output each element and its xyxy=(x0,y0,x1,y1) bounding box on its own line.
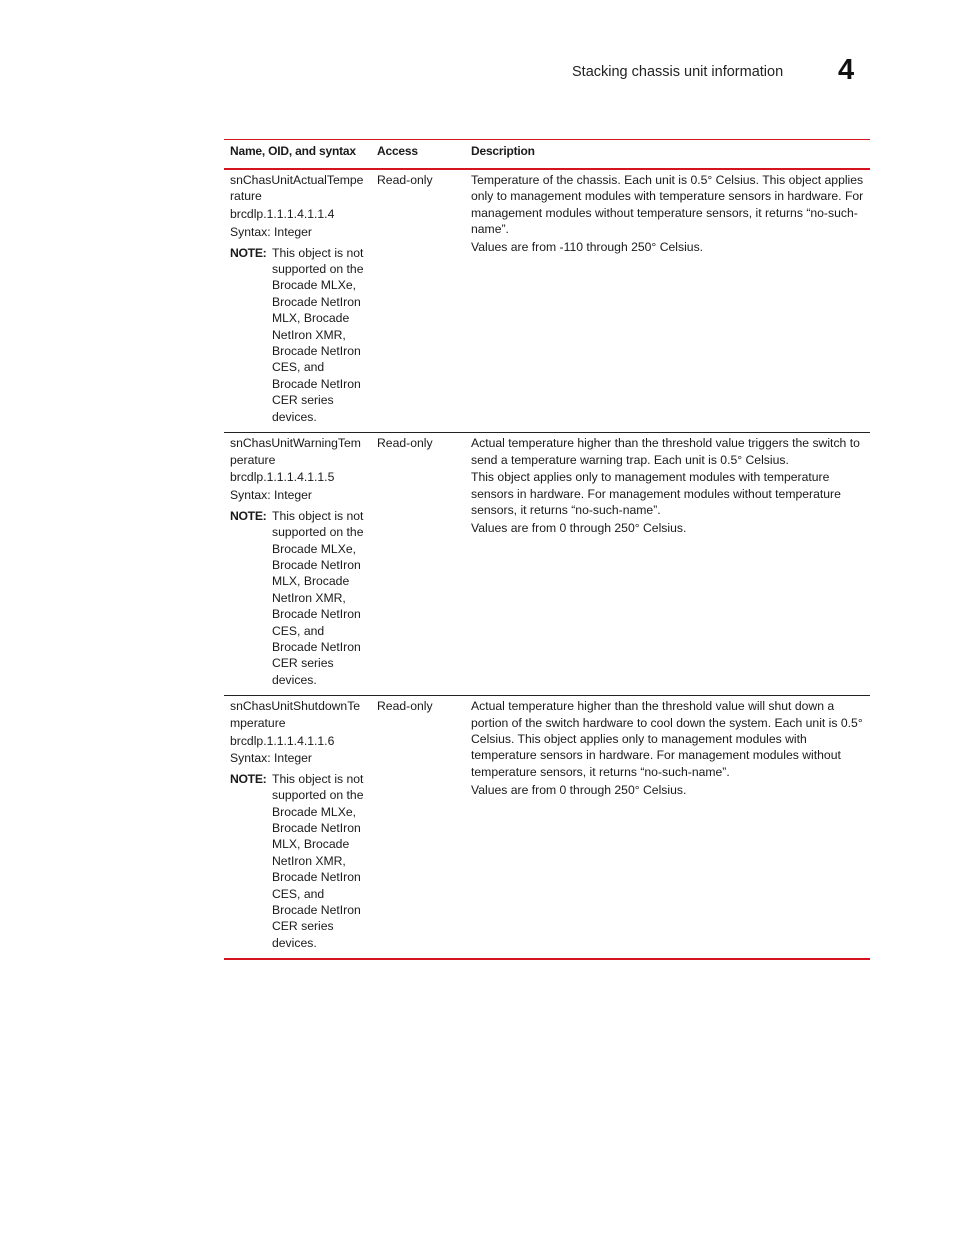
description-cell: Actual temperature higher than the thres… xyxy=(465,695,870,961)
note-text: This object is not supported on the Broc… xyxy=(272,245,364,424)
object-syntax: Syntax: Integer xyxy=(230,751,312,766)
object-syntax: Syntax: Integer xyxy=(230,225,312,240)
description-paragraph: Temperature of the chassis. Each unit is… xyxy=(471,173,864,237)
description-paragraph: Actual temperature higher than the thres… xyxy=(471,436,860,467)
table-header-row: Name, OID, and syntax Access Description xyxy=(224,139,870,170)
object-oid: brcdlp.1.1.1.4.1.1.6 xyxy=(230,733,335,748)
description-paragraph: Values are from -110 through 250° Celsiu… xyxy=(471,240,704,255)
description-paragraph: Values are from 0 through 250° Celsius. xyxy=(471,521,687,536)
note: NOTE: This object is not supported on th… xyxy=(230,771,365,951)
description-paragraph: Values are from 0 through 250° Celsius. xyxy=(471,782,687,797)
access-cell: Read-only xyxy=(371,169,465,434)
name-cell: snChasUnitWarningTemperature brcdlp.1.1.… xyxy=(224,432,371,697)
section-title: Stacking chassis unit information xyxy=(572,64,784,80)
note-text: This object is not supported on the Broc… xyxy=(272,771,364,950)
column-header-description: Description xyxy=(465,139,870,170)
table-row: snChasUnitWarningTemperature brcdlp.1.1.… xyxy=(224,432,870,697)
name-cell: snChasUnitActualTemperature brcdlp.1.1.1… xyxy=(224,169,371,434)
table-row: snChasUnitActualTemperature brcdlp.1.1.1… xyxy=(224,169,870,434)
note: NOTE: This object is not supported on th… xyxy=(230,508,365,688)
description-paragraph: Actual temperature higher than the thres… xyxy=(471,699,863,779)
column-header-name: Name, OID, and syntax xyxy=(224,139,371,170)
description-cell: Temperature of the chassis. Each unit is… xyxy=(465,169,870,434)
note-text: This object is not supported on the Broc… xyxy=(272,508,364,687)
object-name: snChasUnitWarningTemperature xyxy=(230,436,361,467)
access-cell: Read-only xyxy=(371,432,465,697)
column-header-access: Access xyxy=(371,139,465,170)
note-label: NOTE: xyxy=(230,771,267,786)
note-label: NOTE: xyxy=(230,508,267,523)
object-syntax: Syntax: Integer xyxy=(230,488,312,503)
description-paragraph: This object applies only to management m… xyxy=(471,470,841,518)
table-row: snChasUnitShutdownTemperature brcdlp.1.1… xyxy=(224,695,870,961)
object-oid: brcdlp.1.1.1.4.1.1.5 xyxy=(230,470,335,485)
name-cell: snChasUnitShutdownTemperature brcdlp.1.1… xyxy=(224,695,371,961)
description-cell: Actual temperature higher than the thres… xyxy=(465,432,870,697)
note-label: NOTE: xyxy=(230,245,267,260)
access-cell: Read-only xyxy=(371,695,465,961)
note: NOTE: This object is not supported on th… xyxy=(230,245,365,425)
object-oid: brcdlp.1.1.1.4.1.1.4 xyxy=(230,207,335,222)
chapter-number: 4 xyxy=(838,54,855,86)
object-name: snChasUnitShutdownTemperature xyxy=(230,699,361,730)
mib-object-table: Name, OID, and syntax Access Description… xyxy=(224,139,870,961)
object-name: snChasUnitActualTemperature xyxy=(230,173,364,204)
